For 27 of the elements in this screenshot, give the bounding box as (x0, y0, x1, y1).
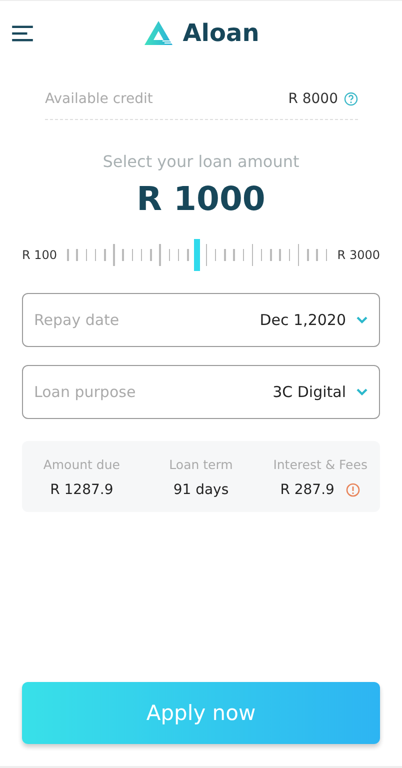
credit-value: R 8000 (288, 91, 338, 107)
chevron-down-icon (356, 316, 368, 324)
menu-icon[interactable] (11, 25, 34, 42)
summary-value: R 287.9 (280, 482, 334, 498)
loan-amount: R 1000 (136, 179, 266, 218)
dropdown-field[interactable]: Loan purpose 3C Digital (22, 365, 380, 419)
summary-value: 91 days (173, 482, 229, 498)
chevron-down-icon (356, 388, 368, 396)
warning-icon[interactable] (346, 483, 360, 497)
field-placeholder: Repay date (34, 311, 120, 329)
summary-label: Amount due (43, 457, 120, 472)
credit-label: Available credit (45, 91, 153, 107)
logo-icon (142, 20, 174, 46)
help-icon[interactable] (344, 92, 358, 106)
field-value: 3C Digital (272, 383, 346, 401)
brand-name: Aloan (182, 19, 260, 47)
field-value: Dec 1,2020 (260, 311, 346, 329)
dropdown-field[interactable]: Repay date Dec 1,2020 (22, 293, 380, 347)
amount-slider[interactable] (67, 238, 328, 272)
field-placeholder: Loan purpose (34, 383, 136, 401)
min-label: R 100 (22, 248, 58, 262)
slider-thumb[interactable] (194, 239, 200, 271)
amount-prompt: Select your loan amount (102, 152, 300, 171)
summary-label: Loan term (169, 457, 233, 472)
summary-label: Interest & Fees (273, 457, 368, 472)
max-label: R 3000 (337, 248, 380, 262)
summary-value: R 1287.9 (50, 482, 114, 498)
